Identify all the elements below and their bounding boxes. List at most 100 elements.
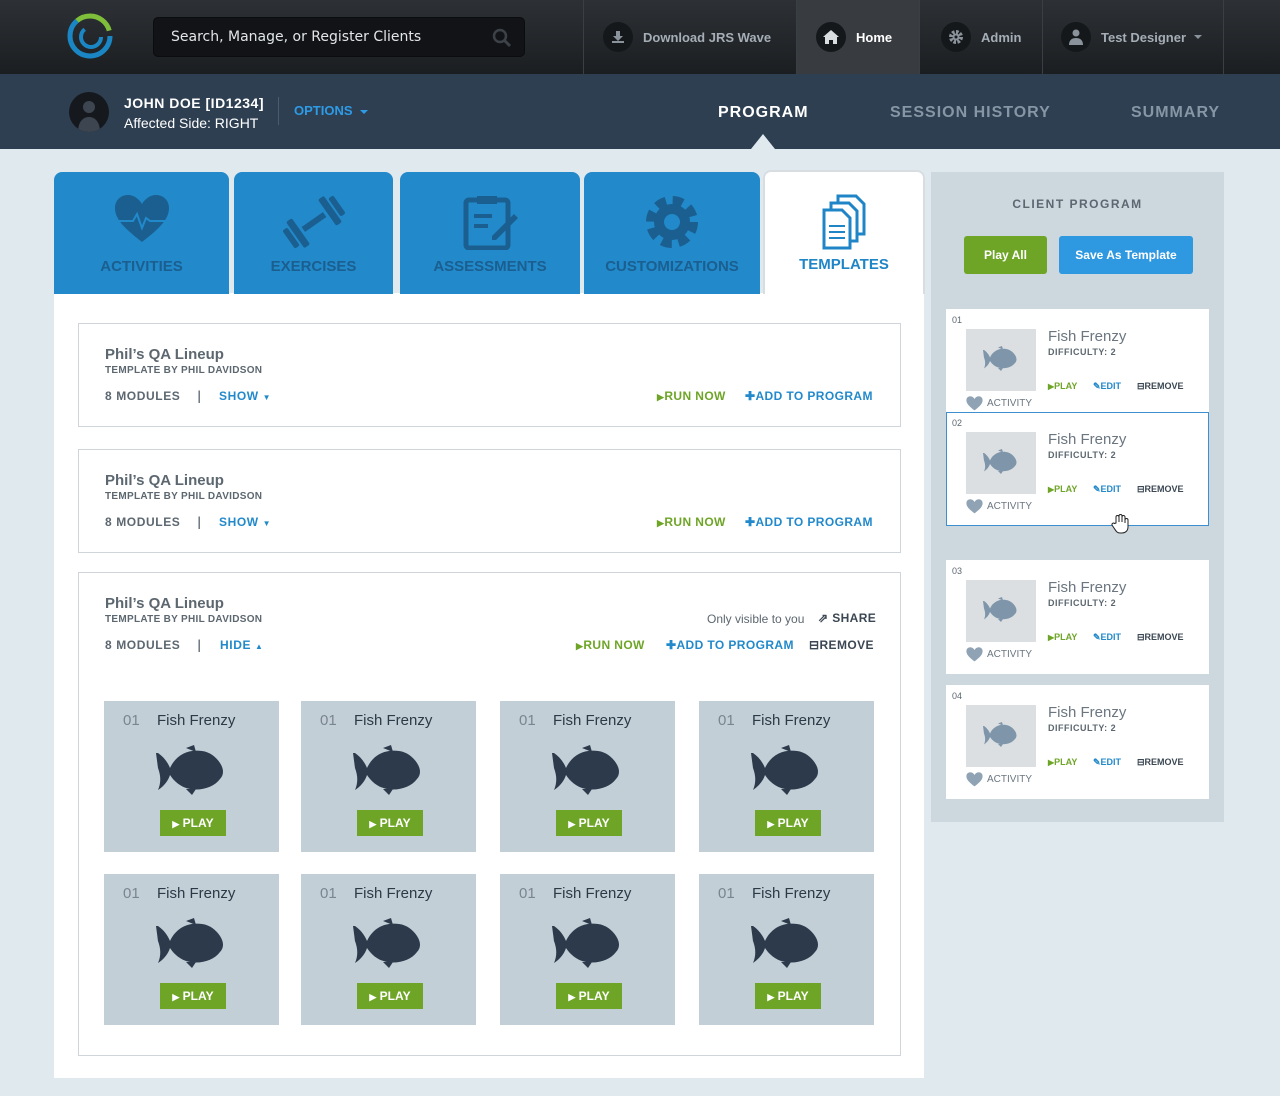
program-item-play-button[interactable]: ▶PLAY [1048, 484, 1077, 494]
module-tile[interactable]: 01 Fish Frenzy ▶ PLAY [699, 701, 874, 852]
add-to-program-button[interactable]: ✚ADD TO PROGRAM [745, 389, 873, 403]
module-tile[interactable]: 01 Fish Frenzy ▶ PLAY [301, 874, 476, 1025]
search-icon[interactable] [492, 28, 512, 48]
remove-template-button[interactable]: ⊟REMOVE [809, 638, 874, 652]
play-icon: ▶ [172, 992, 180, 1002]
divider: | [197, 389, 202, 403]
share-label: SHARE [832, 611, 877, 625]
module-tile[interactable]: 01 Fish Frenzy ▶ PLAY [104, 874, 279, 1025]
show-toggle[interactable]: SHOW ▼ [219, 389, 271, 403]
tab-exercises-label: EXERCISES [270, 258, 357, 275]
app-logo[interactable] [67, 13, 113, 59]
tab-activities-label: ACTIVITIES [100, 258, 183, 275]
module-tile[interactable]: 01 Fish Frenzy ▶ PLAY [104, 701, 279, 852]
module-play-button[interactable]: ▶ PLAY [357, 983, 423, 1009]
program-item-thumbnail [966, 432, 1036, 494]
module-play-button[interactable]: ▶ PLAY [357, 810, 423, 836]
run-now-label: RUN NOW [664, 389, 726, 403]
program-item-remove-button[interactable]: ⊟REMOVE [1137, 632, 1184, 643]
fish-icon [751, 745, 818, 795]
hide-toggle[interactable]: HIDE ▲ [220, 638, 264, 652]
module-number: 01 [123, 712, 140, 729]
gear-icon [646, 196, 698, 248]
remove-label: REMOVE [1144, 484, 1184, 494]
fish-icon [751, 918, 818, 968]
module-play-button[interactable]: ▶ PLAY [755, 983, 821, 1009]
show-toggle[interactable]: SHOW ▼ [219, 515, 271, 529]
options-dropdown[interactable]: OPTIONS [278, 97, 369, 125]
module-play-button[interactable]: ▶ PLAY [160, 983, 226, 1009]
module-title: Fish Frenzy [354, 712, 433, 729]
module-play-button[interactable]: ▶ PLAY [556, 810, 622, 836]
tab-activities[interactable]: ACTIVITIES [54, 172, 229, 294]
divider: | [197, 515, 202, 529]
program-item-remove-button[interactable]: ⊟REMOVE [1137, 484, 1184, 495]
program-item-thumbnail [966, 580, 1036, 642]
add-to-program-button[interactable]: ✚ADD TO PROGRAM [745, 515, 873, 529]
program-item-play-button[interactable]: ▶PLAY [1048, 757, 1077, 767]
program-item-number: 04 [952, 691, 963, 701]
program-item-edit-button[interactable]: ✎EDIT [1093, 381, 1121, 392]
program-item-remove-button[interactable]: ⊟REMOVE [1137, 757, 1184, 768]
module-play-button[interactable]: ▶ PLAY [556, 983, 622, 1009]
program-item[interactable]: 02 Fish Frenzy DIFFICULTY: 2 ▶PLAY ✎EDIT ⊟REM… [946, 412, 1209, 526]
add-to-program-label: ADD TO PROGRAM [755, 515, 873, 529]
tab-summary[interactable]: SUMMARY [1131, 104, 1220, 122]
program-item[interactable]: 01 Fish Frenzy DIFFICULTY: 2 ▶PLAY ✎EDIT ⊟REM… [946, 309, 1209, 423]
play-all-button[interactable]: Play All [964, 236, 1047, 274]
module-tile[interactable]: 01 Fish Frenzy ▶ PLAY [301, 701, 476, 852]
tab-templates[interactable]: TEMPLATES [763, 170, 925, 294]
program-item-difficulty: DIFFICULTY: 2 [1048, 347, 1117, 357]
program-item-edit-button[interactable]: ✎EDIT [1093, 484, 1121, 495]
edit-label: EDIT [1100, 381, 1122, 391]
module-tile[interactable]: 01 Fish Frenzy ▶ PLAY [699, 874, 874, 1025]
gear-icon [941, 22, 971, 52]
tab-session-history[interactable]: SESSION HISTORY [890, 104, 1051, 122]
remove-icon: ⊟ [1137, 632, 1145, 642]
heart-icon [114, 195, 169, 242]
nav-download-jrs-wave[interactable]: Download JRS Wave [583, 0, 796, 74]
tab-customizations-label: CUSTOMIZATIONS [605, 258, 739, 275]
add-to-program-button[interactable]: ✚ADD TO PROGRAM [666, 638, 794, 652]
edit-label: EDIT [1100, 757, 1122, 767]
tab-exercises[interactable]: EXERCISES [234, 172, 393, 294]
tab-customizations[interactable]: CUSTOMIZATIONS [584, 172, 760, 294]
module-tile[interactable]: 01 Fish Frenzy ▶ PLAY [500, 701, 675, 852]
program-item-number: 01 [952, 315, 963, 325]
module-title: Fish Frenzy [553, 712, 632, 729]
module-play-button[interactable]: ▶ PLAY [160, 810, 226, 836]
client-avatar [69, 92, 109, 132]
program-item-play-button[interactable]: ▶PLAY [1048, 632, 1077, 642]
run-now-button[interactable]: ▶RUN NOW [657, 515, 726, 529]
run-now-button[interactable]: ▶RUN NOW [657, 389, 726, 403]
remove-icon: ⊟ [1137, 381, 1145, 391]
save-as-template-button[interactable]: Save As Template [1059, 236, 1193, 274]
nav-home-label: Home [856, 29, 893, 45]
program-item[interactable]: 04 Fish Frenzy DIFFICULTY: 2 ▶PLAY ✎EDIT ⊟REM… [946, 685, 1209, 799]
play-icon: ▶ [767, 819, 775, 829]
module-play-button[interactable]: ▶ PLAY [755, 810, 821, 836]
program-item-edit-button[interactable]: ✎EDIT [1093, 757, 1121, 768]
module-title: Fish Frenzy [752, 885, 831, 902]
share-button[interactable]: ⇗ SHARE [818, 611, 876, 625]
program-item-remove-button[interactable]: ⊟REMOVE [1137, 381, 1184, 392]
nav-home[interactable]: Home [796, 0, 919, 74]
module-title: Fish Frenzy [354, 885, 433, 902]
fish-icon [552, 918, 619, 968]
nav-user-menu[interactable]: Test Designer [1042, 0, 1224, 74]
share-icon: ⇗ [818, 611, 829, 625]
chevron-down-icon: ▼ [262, 393, 272, 402]
program-item-edit-button[interactable]: ✎EDIT [1093, 632, 1121, 643]
tab-program[interactable]: PROGRAM [718, 104, 809, 122]
tab-assessments[interactable]: ASSESSMENTS [400, 172, 580, 294]
template-title: Phil’s QA Lineup [105, 472, 224, 489]
run-now-button[interactable]: ▶RUN NOW [576, 638, 645, 652]
search-input[interactable] [154, 18, 484, 56]
clipboard-icon [463, 196, 518, 250]
program-item-play-button[interactable]: ▶PLAY [1048, 381, 1077, 391]
template-author: TEMPLATE BY PHIL DAVIDSON [105, 614, 263, 625]
program-item[interactable]: 03 Fish Frenzy DIFFICULTY: 2 ▶PLAY ✎EDIT ⊟REM… [946, 560, 1209, 674]
module-tile[interactable]: 01 Fish Frenzy ▶ PLAY [500, 874, 675, 1025]
nav-admin[interactable]: Admin [919, 0, 1042, 74]
program-item-type-label: ACTIVITY [987, 501, 1033, 512]
